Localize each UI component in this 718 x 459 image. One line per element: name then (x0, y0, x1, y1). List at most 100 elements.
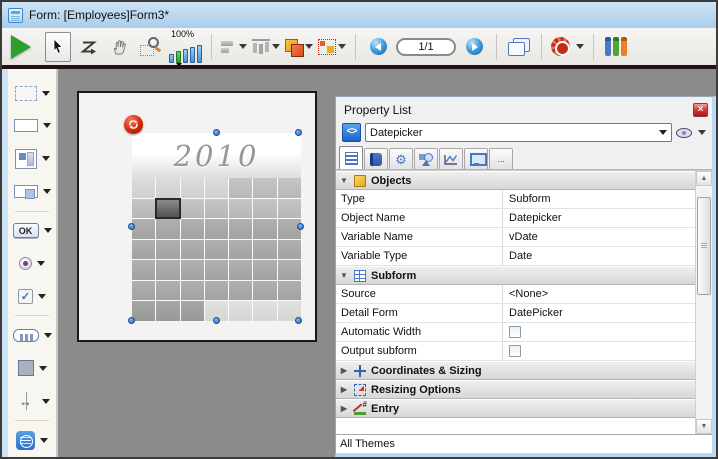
page-indicator[interactable]: 1/1 (396, 38, 456, 56)
input-tool-icon[interactable] (14, 119, 38, 132)
expand-icon[interactable]: ▶ (339, 385, 349, 394)
tab-settings[interactable]: ⚙ (389, 148, 413, 169)
scrollbar-thumb[interactable] (697, 197, 711, 295)
section-header-coordinates-sizing[interactable]: ▶Coordinates & Sizing (336, 361, 695, 380)
object-selector-dropdown[interactable]: Datepicker (365, 123, 672, 142)
distribute-button[interactable] (252, 32, 280, 62)
text-tool-icon[interactable] (15, 86, 37, 101)
menu-gear-icon (551, 37, 570, 56)
tab-appearance[interactable] (364, 148, 388, 169)
list-box-tool-icon[interactable] (15, 149, 37, 169)
tab-display[interactable] (464, 148, 488, 169)
chevron-down-icon[interactable] (39, 366, 47, 371)
button-grid-tool-icon[interactable] (13, 329, 39, 342)
collapse-icon[interactable]: ▼ (339, 271, 349, 280)
tab-more[interactable]: ... (489, 148, 513, 169)
button-tool-icon[interactable]: OK (13, 223, 39, 238)
next-page-button[interactable] (461, 32, 487, 62)
tab-objects[interactable] (414, 148, 438, 169)
expand-icon[interactable]: ▶ (339, 404, 349, 413)
theme-filter-status[interactable]: All Themes (336, 434, 712, 453)
chevron-down-icon[interactable] (37, 261, 45, 266)
chevron-down-icon[interactable] (338, 44, 346, 49)
chevron-down-icon[interactable] (43, 123, 51, 128)
property-value[interactable]: Subform (503, 190, 695, 208)
chevron-down-icon[interactable] (272, 44, 280, 49)
section-header-entry[interactable]: ▶Entry (336, 399, 695, 418)
group-button[interactable] (318, 32, 346, 62)
run-form-button[interactable] (8, 32, 34, 62)
chevron-down-icon[interactable] (42, 91, 50, 96)
zoom-tool-button[interactable] (138, 32, 164, 62)
zoom-bar-1[interactable] (169, 54, 174, 63)
collapse-icon[interactable]: ▼ (339, 176, 349, 185)
property-value[interactable]: DatePicker (503, 304, 695, 322)
zoom-icon (140, 37, 162, 57)
checkbox-unchecked[interactable] (509, 326, 521, 338)
palette-separator (15, 211, 49, 212)
property-value[interactable]: Datepicker (503, 209, 695, 227)
pointer-icon (50, 38, 66, 55)
selection-handle-mid-right[interactable] (297, 223, 304, 230)
combo-box-tool-icon[interactable] (14, 185, 38, 198)
section-header-subform[interactable]: ▼Subform (336, 266, 695, 285)
chevron-down-icon[interactable] (239, 44, 247, 49)
selection-handle-bottom-left[interactable] (128, 317, 135, 324)
scroll-up-icon[interactable]: ▲ (696, 171, 712, 186)
chevron-down-icon[interactable] (576, 44, 584, 49)
chevron-down-icon[interactable] (305, 44, 313, 49)
form-menu-button[interactable] (551, 32, 584, 62)
entry-order-button[interactable] (76, 32, 102, 62)
datepicker-subform-object[interactable]: 2010 (132, 133, 301, 321)
section-header-resizing-options[interactable]: ▶Resizing Options (336, 380, 695, 399)
duplicate-button[interactable] (285, 32, 313, 62)
selection-handle-bottom-right[interactable] (295, 317, 302, 324)
eye-icon[interactable] (676, 128, 692, 138)
object-nav-icon[interactable]: <> (342, 123, 361, 142)
align-button[interactable] (221, 32, 247, 62)
rectangle-tool-icon[interactable] (18, 360, 34, 376)
form-page[interactable]: 2010 (77, 91, 317, 342)
checkbox-unchecked[interactable] (509, 345, 521, 357)
distribute-icon (252, 39, 270, 54)
move-tool-button[interactable] (107, 32, 133, 62)
property-value[interactable]: vDate (503, 228, 695, 246)
radio-button-tool-icon[interactable] (19, 257, 32, 270)
selection-handle-mid-left[interactable] (128, 223, 135, 230)
chevron-down-icon[interactable] (44, 333, 52, 338)
check-box-tool-icon[interactable]: ✓ (18, 289, 33, 304)
chevron-down-icon[interactable] (38, 294, 46, 299)
combo-box-tool-row (14, 175, 51, 208)
chevron-down-icon[interactable] (43, 189, 51, 194)
property-value[interactable] (503, 342, 695, 360)
zoom-level-bars[interactable]: 100% (169, 31, 202, 63)
tab-properties[interactable] (339, 146, 363, 169)
selection-handle-top-right[interactable] (295, 129, 302, 136)
form-pages-button[interactable] (506, 32, 532, 62)
chevron-down-icon[interactable] (42, 156, 50, 161)
pointer-tool-button[interactable] (45, 32, 71, 62)
property-scrollbar[interactable]: ▲ ▼ (695, 171, 712, 434)
tab-events[interactable] (439, 148, 463, 169)
zoom-bar-4[interactable] (190, 47, 195, 63)
zoom-bar-3[interactable] (183, 49, 188, 63)
splitter-tool-icon[interactable]: ↔ (15, 392, 37, 410)
section-header-objects[interactable]: ▼Objects (336, 171, 695, 190)
selection-handle-bottom-center[interactable] (213, 317, 220, 324)
web-area-tool-icon[interactable] (16, 431, 35, 450)
selection-handle-top-center[interactable] (213, 129, 220, 136)
chevron-down-icon[interactable] (42, 399, 50, 404)
property-value[interactable]: <None> (503, 285, 695, 303)
chevron-down-icon[interactable] (44, 228, 52, 233)
property-value[interactable]: Date (503, 247, 695, 265)
property-value[interactable] (503, 323, 695, 341)
expand-icon[interactable]: ▶ (339, 366, 349, 375)
prev-page-button[interactable] (365, 32, 391, 62)
scroll-down-icon[interactable]: ▼ (696, 419, 712, 434)
zoom-bar-current[interactable] (176, 51, 181, 63)
zoom-bar-5[interactable] (197, 45, 202, 63)
chevron-down-icon[interactable] (40, 438, 48, 443)
library-button[interactable] (603, 32, 629, 62)
close-icon[interactable]: × (693, 103, 708, 117)
chevron-down-icon[interactable] (698, 130, 706, 135)
